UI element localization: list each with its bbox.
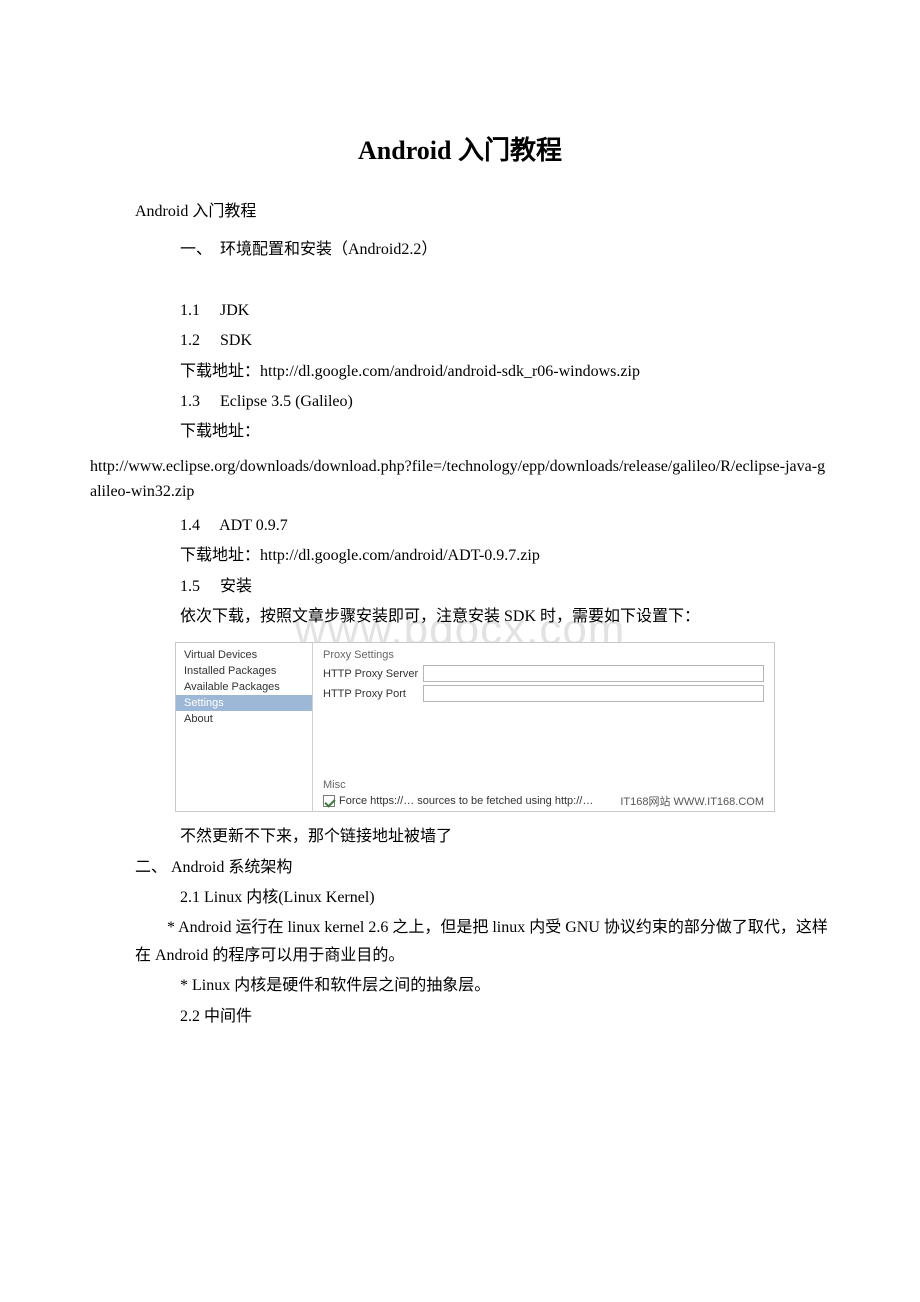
sidebar-item-installed-packages[interactable]: Installed Packages [176, 663, 312, 679]
eclipse-download-label: 下载地址： [180, 417, 830, 447]
force-http-checkbox[interactable] [323, 795, 335, 807]
proxy-port-input[interactable] [423, 685, 764, 702]
misc-group-label: Misc [323, 779, 764, 791]
blank-spacer [180, 265, 830, 295]
install-note: 依次下载，按照文章步骤安装即可，注意安装 SDK 时，需要如下设置下： [180, 602, 830, 632]
item-1-4: 1.4 ADT 0.9.7 [180, 511, 830, 541]
sidebar-item-about[interactable]: About [176, 711, 312, 727]
subtitle-line: Android 入门教程 [135, 197, 830, 221]
it168-watermark: IT168网站 WWW.IT168.COM [620, 793, 764, 809]
section-2-1-para2: * Linux 内核是硬件和软件层之间的抽象层。 [180, 971, 830, 1001]
eclipse-download-url: http://www.eclipse.org/downloads/downloa… [90, 454, 830, 505]
sidebar-item-settings[interactable]: Settings [176, 695, 312, 711]
proxy-port-label: HTTP Proxy Port [323, 688, 423, 700]
item-1-1: 1.1 JDK [180, 296, 830, 326]
item-1-3: 1.3 Eclipse 3.5 (Galileo) [180, 387, 830, 417]
sdkmgr-settings-panel: Proxy Settings HTTP Proxy Server HTTP Pr… [313, 643, 774, 811]
section-1-heading: 一、 环境配置和安装（Android2.2） [180, 235, 830, 265]
section-2-1-title: 2.1 Linux 内核(Linux Kernel) [180, 883, 830, 913]
after-screenshot-note: 不然更新不下来，那个链接地址被墙了 [180, 822, 830, 852]
adt-download-url: 下载地址：http://dl.google.com/android/ADT-0.… [180, 541, 830, 571]
sidebar-item-virtual-devices[interactable]: Virtual Devices [176, 647, 312, 663]
sidebar-item-available-packages[interactable]: Available Packages [176, 679, 312, 695]
sdkmgr-sidebar: Virtual Devices Installed Packages Avail… [176, 643, 313, 811]
proxy-server-label: HTTP Proxy Server [323, 668, 423, 680]
page-title: Android 入门教程 [90, 130, 830, 167]
proxy-settings-group-label: Proxy Settings [323, 649, 764, 661]
sdk-download-url: 下载地址：http://dl.google.com/android/androi… [180, 357, 830, 387]
section-2-2-title: 2.2 中间件 [180, 1002, 830, 1032]
section-2-1-para1: * Android 运行在 linux kernel 2.6 之上，但是把 li… [90, 914, 830, 972]
section-2-heading: 二、 Android 系统架构 [135, 853, 830, 883]
sdk-manager-settings-screenshot: Virtual Devices Installed Packages Avail… [175, 642, 775, 812]
force-http-checkbox-label: Force https://… sources to be fetched us… [339, 795, 593, 807]
proxy-server-input[interactable] [423, 665, 764, 682]
item-1-2: 1.2 SDK [180, 326, 830, 356]
item-1-5: 1.5 安装 [180, 572, 830, 602]
